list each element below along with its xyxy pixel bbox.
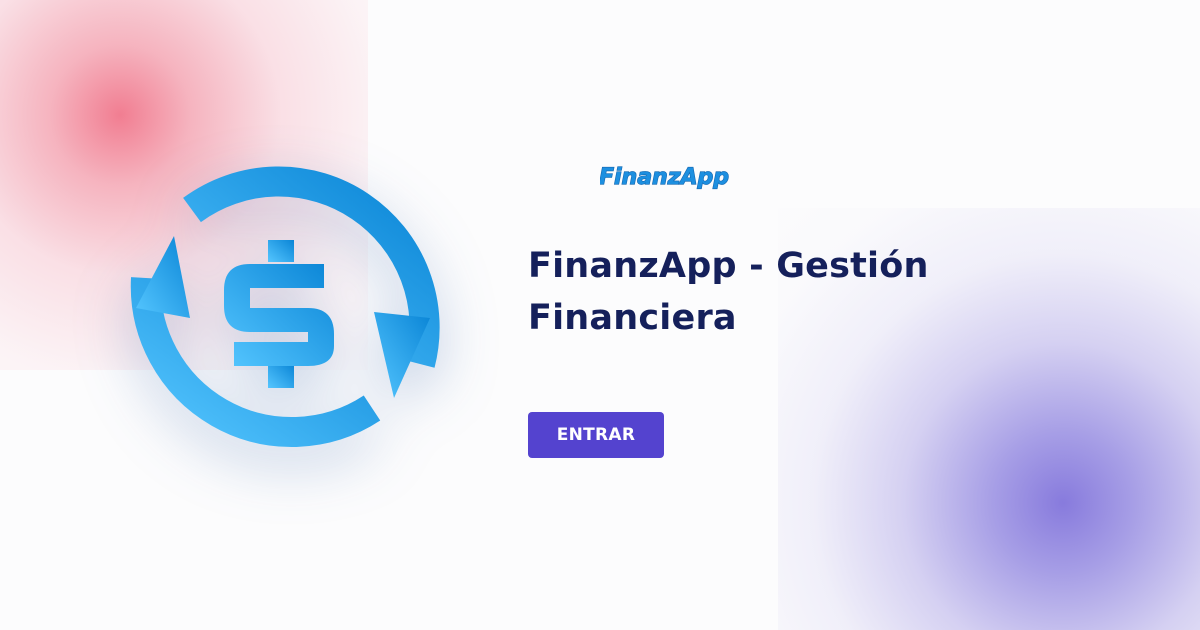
svg-text:FinanzApp: FinanzApp [600, 165, 729, 190]
currency-exchange-icon [122, 158, 444, 480]
finanzapp-logo: FinanzApp [600, 156, 730, 196]
page-title: FinanzApp - Gestión Financiera [528, 246, 929, 338]
enter-button[interactable]: ENTRAR [528, 412, 664, 458]
social-preview-card: FinanzApp FinanzApp - Gestión Financiera… [0, 0, 1200, 630]
